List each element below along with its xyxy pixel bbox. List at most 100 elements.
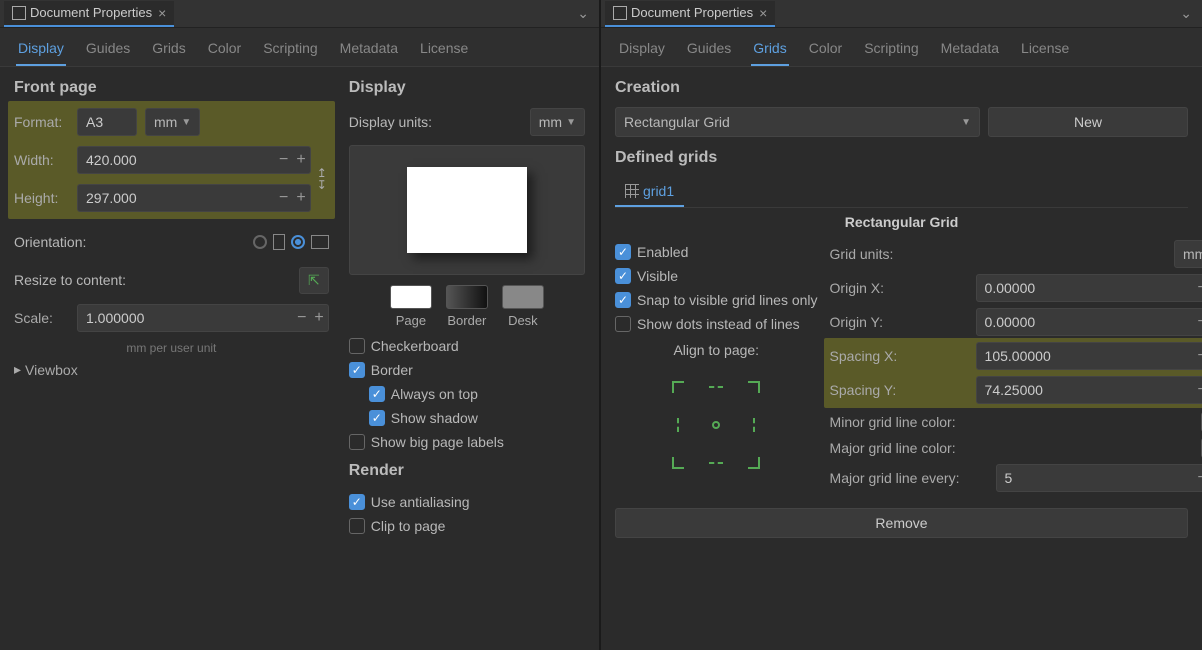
grid-tab-grid1[interactable]: grid1 xyxy=(615,177,684,207)
format-units-dropdown[interactable]: mm ▼ xyxy=(145,108,200,136)
width-inc[interactable]: + xyxy=(292,151,309,169)
show-big-labels-checkbox[interactable] xyxy=(349,434,365,450)
grid-icon xyxy=(625,184,639,198)
scale-spinbox[interactable]: − + xyxy=(77,304,329,332)
minor-color-label: Minor grid line color: xyxy=(830,414,1196,430)
align-label: Align to page: xyxy=(615,336,818,364)
visible-checkbox[interactable] xyxy=(615,268,631,284)
scale-input[interactable] xyxy=(78,305,293,331)
tab-color-r[interactable]: Color xyxy=(807,36,844,66)
scale-hint: mm per user unit xyxy=(14,341,329,355)
tab-display[interactable]: Display xyxy=(16,36,66,66)
chevron-down-icon[interactable]: ⌄ xyxy=(1174,3,1198,24)
tabs-right: Display Guides Grids Color Scripting Met… xyxy=(601,28,1202,67)
origin-y-spinbox[interactable]: −+ xyxy=(976,308,1202,336)
height-spinbox[interactable]: − + xyxy=(77,184,311,212)
tab-metadata-r[interactable]: Metadata xyxy=(939,36,1001,66)
origin-x-spinbox[interactable]: −+ xyxy=(976,274,1202,302)
tab-guides-r[interactable]: Guides xyxy=(685,36,733,66)
origin-x-input[interactable] xyxy=(977,275,1194,301)
resize-button[interactable]: ⇱ xyxy=(299,267,329,294)
origin-y-input[interactable] xyxy=(977,309,1194,335)
new-grid-button[interactable]: New xyxy=(988,107,1188,137)
height-inc[interactable]: + xyxy=(292,189,309,207)
tab-metadata[interactable]: Metadata xyxy=(338,36,400,66)
tab-color[interactable]: Color xyxy=(206,36,243,66)
align-br[interactable] xyxy=(739,448,769,478)
align-tl[interactable] xyxy=(663,372,693,402)
close-icon[interactable]: × xyxy=(759,5,767,21)
scale-inc[interactable]: + xyxy=(310,309,327,327)
page-preview xyxy=(349,145,585,275)
page-color-swatch[interactable] xyxy=(390,285,432,309)
show-dots-checkbox[interactable] xyxy=(615,316,631,332)
major-every-label: Major grid line every: xyxy=(830,470,990,486)
grid-type-dropdown[interactable]: Rectangular Grid ▼ xyxy=(615,107,980,137)
scale-dec[interactable]: − xyxy=(293,309,310,327)
width-dec[interactable]: − xyxy=(275,151,292,169)
tab-license-r[interactable]: License xyxy=(1019,36,1071,66)
caret-icon: ▼ xyxy=(566,117,576,128)
align-c[interactable] xyxy=(701,410,731,440)
checkerboard-checkbox[interactable] xyxy=(349,338,365,354)
major-every-input[interactable] xyxy=(997,465,1194,491)
show-shadow-checkbox[interactable] xyxy=(369,410,385,426)
width-label: Width: xyxy=(14,152,69,168)
spacing-x-label: Spacing X: xyxy=(830,348,970,364)
height-input[interactable] xyxy=(78,185,275,211)
remove-grid-button[interactable]: Remove xyxy=(615,508,1188,538)
tab-grids-r[interactable]: Grids xyxy=(751,36,788,66)
portrait-icon xyxy=(273,234,285,250)
front-page-section: Front page Format: mm ▼ Width: xyxy=(14,79,329,538)
spacing-x-input[interactable] xyxy=(977,343,1194,369)
titlebar-left: Document Properties × ⌄ xyxy=(0,0,599,28)
scale-label: Scale: xyxy=(14,310,69,326)
major-every-spinbox[interactable]: −+ xyxy=(996,464,1202,492)
always-on-top-checkbox[interactable] xyxy=(369,386,385,402)
chevron-down-icon[interactable]: ⌄ xyxy=(571,3,595,24)
orient-portrait-radio[interactable] xyxy=(253,235,267,249)
tab-license[interactable]: License xyxy=(418,36,470,66)
title-tab-docprops-r[interactable]: Document Properties × xyxy=(605,1,775,27)
format-label: Format: xyxy=(14,114,69,130)
spacing-y-spinbox[interactable]: −+ xyxy=(976,376,1202,404)
align-tr[interactable] xyxy=(739,372,769,402)
close-icon[interactable]: × xyxy=(158,5,166,21)
enabled-checkbox[interactable] xyxy=(615,244,631,260)
orientation-label: Orientation: xyxy=(14,234,245,250)
tab-guides[interactable]: Guides xyxy=(84,36,132,66)
align-t[interactable] xyxy=(701,372,731,402)
align-l[interactable] xyxy=(663,410,693,440)
panel-grids: Document Properties × ⌄ Display Guides G… xyxy=(601,0,1202,650)
defined-heading: Defined grids xyxy=(615,149,1188,167)
use-aa-checkbox[interactable] xyxy=(349,494,365,510)
origin-x-label: Origin X: xyxy=(830,280,970,296)
align-b[interactable] xyxy=(701,448,731,478)
display-units-dropdown[interactable]: mm ▼ xyxy=(530,108,585,136)
resize-label: Resize to content: xyxy=(14,272,291,288)
tab-display-r[interactable]: Display xyxy=(617,36,667,66)
title-tab-docprops[interactable]: Document Properties × xyxy=(4,1,174,27)
tab-scripting-r[interactable]: Scripting xyxy=(862,36,920,66)
border-checkbox[interactable] xyxy=(349,362,365,378)
width-input[interactable] xyxy=(78,147,275,173)
grid-units-dropdown[interactable]: mm ▼ xyxy=(1174,240,1202,268)
align-r[interactable] xyxy=(739,410,769,440)
orient-landscape-radio[interactable] xyxy=(291,235,305,249)
origin-y-label: Origin Y: xyxy=(830,314,970,330)
tab-scripting[interactable]: Scripting xyxy=(261,36,319,66)
viewbox-disclosure[interactable]: ▸ Viewbox xyxy=(14,355,329,384)
snap-visible-checkbox[interactable] xyxy=(615,292,631,308)
spacing-x-spinbox[interactable]: −+ xyxy=(976,342,1202,370)
border-color-swatch[interactable] xyxy=(446,285,488,309)
height-dec[interactable]: − xyxy=(275,189,292,207)
desk-color-swatch[interactable] xyxy=(502,285,544,309)
tab-grids[interactable]: Grids xyxy=(150,36,187,66)
spacing-y-input[interactable] xyxy=(977,377,1194,403)
width-spinbox[interactable]: − + xyxy=(77,146,311,174)
clip-checkbox[interactable] xyxy=(349,518,365,534)
swap-wh-icon[interactable]: ↥↧ xyxy=(315,165,329,193)
panel-display: Document Properties × ⌄ Display Guides G… xyxy=(0,0,601,650)
format-input[interactable] xyxy=(77,108,137,136)
align-bl[interactable] xyxy=(663,448,693,478)
